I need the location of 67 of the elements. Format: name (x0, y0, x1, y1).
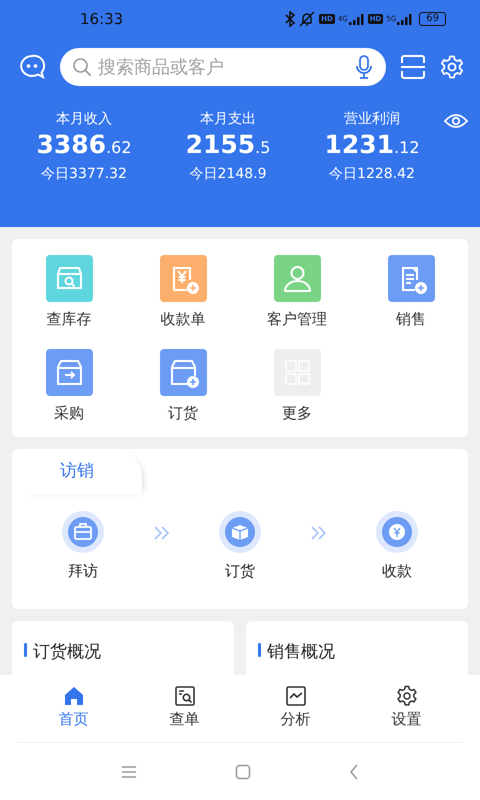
home-icon (62, 685, 84, 707)
shortcut-tile[interactable]: 客户管理 (240, 255, 354, 329)
signal-icon (348, 13, 365, 25)
back-icon[interactable] (349, 764, 359, 780)
search-field[interactable]: 搜索商品或客户 (60, 48, 386, 86)
chart-icon (284, 685, 306, 707)
chat-icon[interactable] (18, 53, 46, 81)
stat-today: 今日1228.42 (329, 165, 415, 183)
visit-step[interactable]: 拜访 (62, 511, 104, 581)
settings-icon (396, 685, 418, 707)
document-add-icon (388, 255, 434, 302)
shortcut-label: 更多 (282, 404, 312, 423)
signal-icon (397, 13, 414, 25)
stat-value: 2155.5 (186, 130, 270, 159)
stat-today: 今日2148.9 (190, 165, 266, 183)
menu-icon[interactable] (121, 764, 137, 778)
visit-step[interactable]: 订货 (219, 511, 261, 581)
nav-tab[interactable]: 分析 (240, 675, 351, 742)
briefcase-icon (62, 511, 104, 553)
stat-label: 本月支出 (200, 110, 256, 128)
shortcut-label: 订货 (168, 404, 198, 423)
overview-title: 销售概况 (267, 641, 335, 663)
shortcut-tile[interactable]: 查库存 (12, 255, 126, 329)
nav-tab[interactable]: 查单 (129, 675, 240, 742)
nav-tab[interactable]: 首页 (18, 675, 129, 742)
stat-today: 今日3377.32 (41, 165, 127, 183)
yen-receipt-icon (160, 255, 206, 302)
document-search-icon (174, 685, 196, 707)
stat-label: 营业利润 (344, 110, 400, 128)
step-label: 拜访 (68, 562, 98, 581)
stat-value: 1231.12 (324, 130, 420, 159)
nav-tab[interactable]: 设置 (351, 675, 462, 742)
stat-label: 本月收入 (56, 110, 112, 128)
stat-value: 3386.62 (36, 130, 132, 159)
battery-indicator: 69 (419, 12, 446, 26)
shortcut-label: 销售 (396, 310, 426, 329)
person-icon (274, 255, 320, 302)
overview-title: 订货概况 (33, 641, 101, 663)
yen-coin-icon (376, 511, 418, 553)
settings-icon[interactable] (440, 55, 464, 79)
shortcut-tile[interactable]: 销售 (354, 255, 468, 329)
double-chevron-icon (154, 526, 170, 540)
shortcut-label: 客户管理 (267, 310, 327, 329)
step-label: 收款 (382, 562, 412, 581)
accent-bar (258, 643, 261, 657)
shortcut-tile[interactable]: 收款单 (126, 255, 240, 329)
double-chevron-icon (310, 526, 326, 540)
shortcut-tile[interactable]: 采购 (12, 349, 126, 423)
shortcut-label: 采购 (54, 404, 84, 423)
parcel-icon (219, 511, 261, 553)
shortcut-label: 查库存 (46, 310, 92, 329)
scan-icon[interactable] (400, 54, 426, 80)
status-time: 16:33 (80, 10, 124, 28)
eye-icon[interactable] (444, 113, 468, 129)
box-add-icon (160, 349, 206, 396)
microphone-icon[interactable] (356, 55, 372, 79)
visit-sales-tab[interactable]: 访销 (12, 449, 142, 495)
box-search-icon (46, 255, 92, 302)
muted-bell-icon (298, 11, 316, 27)
visit-step[interactable]: 收款 (376, 511, 418, 581)
home-button-icon[interactable] (235, 764, 251, 780)
bluetooth-icon (285, 11, 296, 27)
shortcut-label: 收款单 (160, 310, 206, 329)
shortcut-tile[interactable]: 更多 (240, 349, 354, 423)
accent-bar (24, 643, 27, 657)
shortcut-tile[interactable]: 订货 (126, 349, 240, 423)
step-label: 订货 (225, 562, 255, 581)
